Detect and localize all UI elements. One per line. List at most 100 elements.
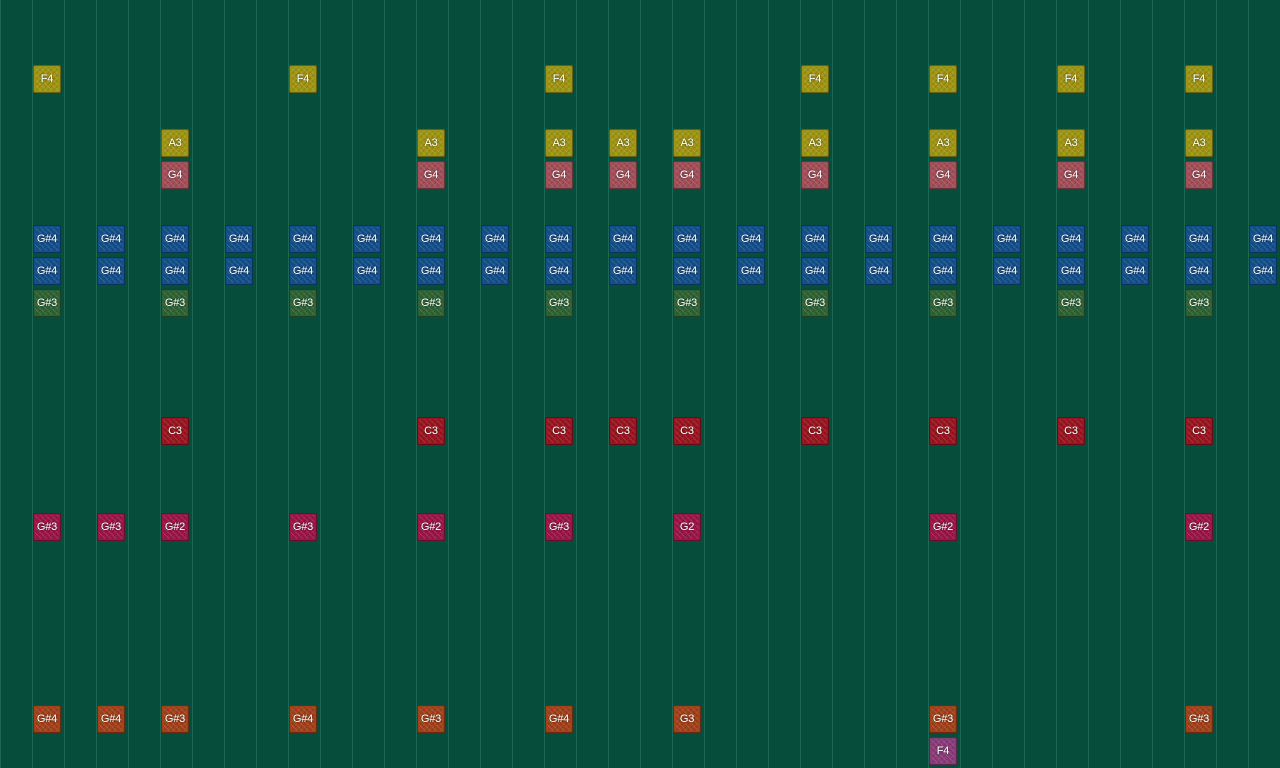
note-block[interactable]: G#4 (1121, 257, 1149, 285)
note-block[interactable]: G#3 (161, 705, 189, 733)
note-block[interactable]: G#4 (545, 257, 573, 285)
note-block[interactable]: G#4 (97, 257, 125, 285)
note-block[interactable]: G#2 (929, 513, 957, 541)
note-block[interactable]: G#2 (161, 513, 189, 541)
note-block[interactable]: G#3 (1057, 289, 1085, 317)
note-block[interactable]: C3 (1057, 417, 1085, 445)
note-block[interactable]: G#3 (33, 289, 61, 317)
note-block[interactable]: G#4 (1057, 257, 1085, 285)
note-block[interactable]: G#4 (801, 225, 829, 253)
note-block[interactable]: G#4 (33, 705, 61, 733)
note-block[interactable]: G#3 (801, 289, 829, 317)
note-block[interactable]: G#4 (1249, 257, 1277, 285)
note-block[interactable]: G4 (609, 161, 637, 189)
note-block[interactable]: G#4 (481, 257, 509, 285)
note-block[interactable]: G#4 (673, 225, 701, 253)
note-block[interactable]: A3 (161, 129, 189, 157)
note-block[interactable]: F4 (929, 737, 957, 765)
note-block[interactable]: G#4 (97, 225, 125, 253)
note-block[interactable]: G#3 (417, 289, 445, 317)
note-block[interactable]: G#2 (1185, 513, 1213, 541)
note-block[interactable]: G#3 (289, 289, 317, 317)
note-block[interactable]: G#3 (97, 513, 125, 541)
note-block[interactable]: G#4 (865, 257, 893, 285)
note-block[interactable]: G#4 (1057, 225, 1085, 253)
note-block[interactable]: C3 (673, 417, 701, 445)
note-block[interactable]: G4 (1057, 161, 1085, 189)
note-block[interactable]: G2 (673, 513, 701, 541)
note-block[interactable]: G#4 (801, 257, 829, 285)
note-block[interactable]: C3 (929, 417, 957, 445)
note-block[interactable]: G#3 (289, 513, 317, 541)
note-block[interactable]: G#3 (929, 289, 957, 317)
note-block[interactable]: G#4 (289, 225, 317, 253)
note-block[interactable]: G#3 (417, 705, 445, 733)
note-block[interactable]: G#4 (161, 257, 189, 285)
note-block[interactable]: G#3 (929, 705, 957, 733)
note-block[interactable]: G#4 (1121, 225, 1149, 253)
note-block[interactable]: G#4 (737, 257, 765, 285)
note-block[interactable]: G4 (1185, 161, 1213, 189)
note-block[interactable]: G#4 (993, 257, 1021, 285)
note-block[interactable]: G#3 (545, 289, 573, 317)
note-block[interactable]: A3 (417, 129, 445, 157)
note-block[interactable]: A3 (545, 129, 573, 157)
note-block[interactable]: G#4 (929, 257, 957, 285)
note-block[interactable]: G#4 (737, 225, 765, 253)
note-block[interactable]: G4 (801, 161, 829, 189)
note-block[interactable]: G#4 (865, 225, 893, 253)
note-block[interactable]: C3 (801, 417, 829, 445)
note-block[interactable]: G4 (929, 161, 957, 189)
note-block[interactable]: G#4 (353, 225, 381, 253)
note-block[interactable]: G#4 (993, 225, 1021, 253)
note-block[interactable]: G#4 (225, 225, 253, 253)
note-block[interactable]: G#4 (33, 225, 61, 253)
note-block[interactable]: G#4 (1249, 225, 1277, 253)
note-block[interactable]: G#3 (545, 513, 573, 541)
note-block[interactable]: G4 (673, 161, 701, 189)
note-block[interactable]: G#3 (161, 289, 189, 317)
note-block[interactable]: G#4 (609, 257, 637, 285)
note-block[interactable]: C3 (609, 417, 637, 445)
note-block[interactable]: G4 (545, 161, 573, 189)
note-block[interactable]: G#4 (97, 705, 125, 733)
note-block[interactable]: A3 (1185, 129, 1213, 157)
note-block[interactable]: G#4 (289, 705, 317, 733)
note-block[interactable]: G#3 (673, 289, 701, 317)
note-block[interactable]: G#2 (417, 513, 445, 541)
note-block[interactable]: G4 (161, 161, 189, 189)
note-block[interactable]: G#4 (161, 225, 189, 253)
note-block[interactable]: F4 (929, 65, 957, 93)
note-block[interactable]: A3 (609, 129, 637, 157)
note-block[interactable]: G#3 (1185, 289, 1213, 317)
note-block[interactable]: A3 (929, 129, 957, 157)
note-block[interactable]: G#4 (417, 257, 445, 285)
note-block[interactable]: G#4 (545, 225, 573, 253)
note-block[interactable]: C3 (545, 417, 573, 445)
note-block[interactable]: F4 (33, 65, 61, 93)
note-block[interactable]: C3 (417, 417, 445, 445)
note-block[interactable]: F4 (801, 65, 829, 93)
note-block[interactable]: G#4 (353, 257, 381, 285)
note-block[interactable]: A3 (801, 129, 829, 157)
note-grid[interactable]: F4 F4 F4 F4 F4 F4 F4 A3 A3 A3 A3 A3 A3 A3 A3 A3 G4 G4 G4 G4… (0, 0, 1280, 768)
note-block[interactable]: G#4 (673, 257, 701, 285)
note-block[interactable]: C3 (161, 417, 189, 445)
note-block[interactable]: G#4 (1185, 257, 1213, 285)
note-block[interactable]: F4 (289, 65, 317, 93)
note-block[interactable]: A3 (1057, 129, 1085, 157)
note-block[interactable]: G#4 (225, 257, 253, 285)
note-block[interactable]: G#4 (609, 225, 637, 253)
note-block[interactable]: G#4 (417, 225, 445, 253)
note-block[interactable]: F4 (545, 65, 573, 93)
note-block[interactable]: G#3 (33, 513, 61, 541)
note-block[interactable]: C3 (1185, 417, 1213, 445)
note-block[interactable]: A3 (673, 129, 701, 157)
note-block[interactable]: G#4 (481, 225, 509, 253)
note-block[interactable]: G#3 (1185, 705, 1213, 733)
note-block[interactable]: G#4 (1185, 225, 1213, 253)
note-block[interactable]: F4 (1185, 65, 1213, 93)
note-block[interactable]: G4 (417, 161, 445, 189)
note-block[interactable]: G3 (673, 705, 701, 733)
note-block[interactable]: G#4 (545, 705, 573, 733)
